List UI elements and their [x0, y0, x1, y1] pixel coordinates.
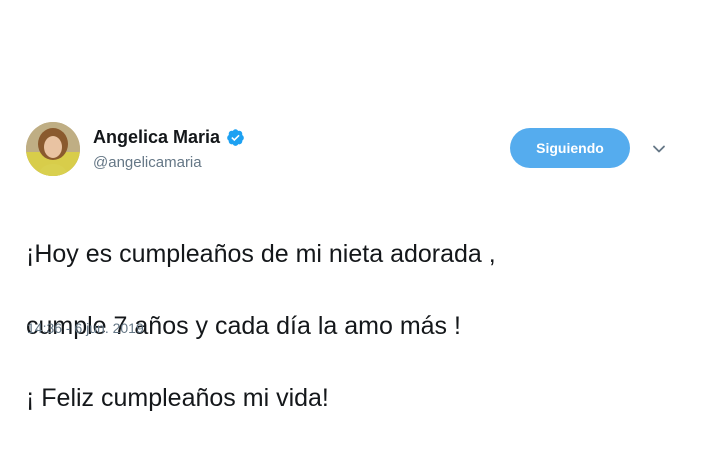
tweet-timestamp[interactable]: 14:36 - 6 jun. 2019 [27, 319, 144, 337]
author-handle[interactable]: @angelicamaria [93, 154, 202, 172]
verified-badge-icon [226, 128, 245, 147]
tweet-card: Angelica Maria @angelicamaria Siguiendo … [0, 0, 708, 446]
author-display-name[interactable]: Angelica Maria [93, 126, 220, 148]
tweet-text-line: ¡ Feliz cumpleaños mi vida! [26, 384, 329, 412]
avatar-image [26, 122, 80, 176]
following-button[interactable]: Siguiendo [510, 128, 630, 168]
chevron-down-icon[interactable] [650, 140, 668, 158]
tweet-text-line: ¡Hoy es cumpleaños de mi nieta adorada , [26, 240, 496, 268]
avatar[interactable] [26, 122, 80, 176]
author-name-row: Angelica Maria [93, 126, 245, 148]
